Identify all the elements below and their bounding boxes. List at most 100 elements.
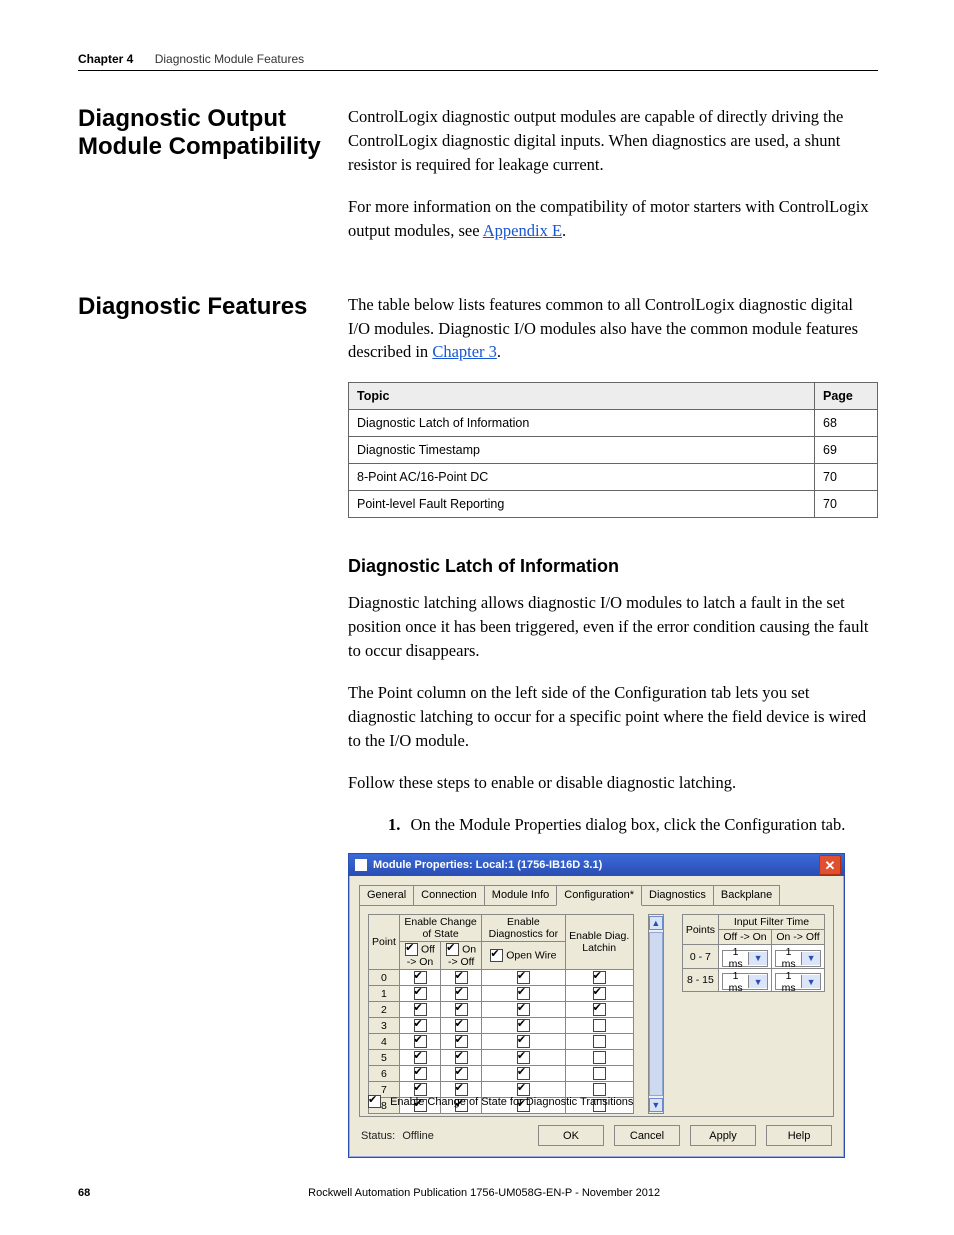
checkbox[interactable]	[455, 1067, 468, 1080]
body-text: The Point column on the left side of the…	[348, 681, 878, 753]
checkbox[interactable]	[517, 1003, 530, 1016]
page-number: 68	[78, 1187, 90, 1199]
table-row: 4	[369, 1034, 634, 1050]
cancel-button[interactable]: Cancel	[614, 1125, 680, 1146]
checkbox[interactable]	[593, 1051, 606, 1064]
checkbox[interactable]	[414, 1035, 427, 1048]
checkbox[interactable]	[593, 1003, 606, 1016]
step-text: On the Module Properties dialog box, cli…	[411, 815, 846, 834]
col-onoff: On -> Off	[441, 942, 482, 970]
dialog-tabs: GeneralConnectionModule InfoConfiguratio…	[349, 876, 844, 905]
checkbox[interactable]	[517, 1067, 530, 1080]
chapter-3-link[interactable]: Chapter 3	[432, 342, 497, 361]
header-rule	[78, 70, 878, 71]
chevron-down-icon[interactable]: ▼	[748, 952, 767, 965]
filter-time-select[interactable]: 1 ms▼	[722, 950, 768, 967]
table-cell: Diagnostic Latch of Information	[349, 410, 815, 437]
tab-module-info[interactable]: Module Info	[484, 885, 557, 906]
table-row: Point-level Fault Reporting70	[349, 491, 878, 518]
ok-button[interactable]: OK	[538, 1125, 604, 1146]
point-id: 1	[369, 986, 400, 1002]
table-row: 0	[369, 970, 634, 986]
chevron-down-icon[interactable]: ▼	[801, 952, 820, 965]
dialog-footer: Status: Offline OK Cancel Apply Help	[349, 1125, 844, 1156]
section-heading-features: Diagnostic Features	[78, 293, 348, 321]
point-id: 6	[369, 1066, 400, 1082]
filter-time-select[interactable]: 1 ms▼	[722, 973, 768, 990]
table-cell: Diagnostic Timestamp	[349, 437, 815, 464]
apply-button[interactable]: Apply	[690, 1125, 756, 1146]
body-text-span: The table below lists features common to…	[348, 295, 858, 362]
chapter-title: Diagnostic Module Features	[155, 52, 304, 66]
close-icon[interactable]: ✕	[819, 855, 841, 875]
table-row: 3	[369, 1018, 634, 1034]
checkbox[interactable]	[593, 1035, 606, 1048]
table-row: 1	[369, 986, 634, 1002]
table-cell: 68	[815, 410, 878, 437]
col-point: Point	[369, 915, 400, 970]
checkbox[interactable]	[455, 1035, 468, 1048]
checkbox[interactable]	[517, 971, 530, 984]
table-row: 6	[369, 1066, 634, 1082]
col-group-diag: Enable Diagnostics for	[482, 915, 565, 942]
scroll-thumb[interactable]	[649, 932, 663, 1096]
help-button[interactable]: Help	[766, 1125, 832, 1146]
checkbox[interactable]	[490, 949, 503, 962]
checkbox[interactable]	[414, 987, 427, 1000]
tab-general[interactable]: General	[359, 885, 414, 906]
chevron-down-icon[interactable]: ▼	[801, 975, 820, 988]
checkbox[interactable]	[593, 971, 606, 984]
subsection-heading-latch: Diagnostic Latch of Information	[348, 556, 878, 577]
checkbox[interactable]	[593, 1067, 606, 1080]
step-1: 1. On the Module Properties dialog box, …	[388, 813, 878, 837]
checkbox[interactable]	[455, 1051, 468, 1064]
topics-header-topic: Topic	[349, 383, 815, 410]
tab-connection[interactable]: Connection	[413, 885, 485, 906]
grid-scrollbar[interactable]: ▲ ▼	[648, 914, 664, 1114]
col-offon: Off -> On	[399, 942, 440, 970]
checkbox[interactable]	[446, 943, 459, 956]
scroll-up-icon[interactable]: ▲	[649, 916, 663, 930]
checkbox[interactable]	[517, 987, 530, 1000]
enable-cos-diag-row: Enable Change of State for Diagnostic Tr…	[368, 1095, 633, 1108]
filter-time-select[interactable]: 1 ms▼	[775, 973, 821, 990]
tab-backplane[interactable]: Backplane	[713, 885, 780, 906]
body-text: For more information on the compatibilit…	[348, 195, 878, 243]
publication-id: Rockwell Automation Publication 1756-UM0…	[308, 1187, 660, 1199]
table-row: Diagnostic Latch of Information68	[349, 410, 878, 437]
col-latch: Enable Diag. Latchin	[565, 915, 633, 970]
checkbox[interactable]	[455, 1019, 468, 1032]
chevron-down-icon[interactable]: ▼	[748, 975, 767, 988]
col-openwire: Open Wire	[482, 942, 565, 970]
checkbox[interactable]	[455, 971, 468, 984]
checkbox[interactable]	[414, 1067, 427, 1080]
point-id: 3	[369, 1018, 400, 1034]
col-group-cos: Enable Change of State	[399, 915, 481, 942]
checkbox[interactable]	[414, 1003, 427, 1016]
checkbox[interactable]	[405, 943, 418, 956]
checkbox[interactable]	[593, 1019, 606, 1032]
checkbox[interactable]	[455, 1003, 468, 1016]
dialog-titlebar[interactable]: Module Properties: Local:1 (1756-IB16D 3…	[349, 854, 844, 876]
checkbox[interactable]	[414, 1019, 427, 1032]
checkbox[interactable]	[414, 971, 427, 984]
checkbox[interactable]	[517, 1019, 530, 1032]
body-text: The table below lists features common to…	[348, 293, 878, 365]
filter-time-select[interactable]: 1 ms▼	[775, 950, 821, 967]
input-filter-grid: PointsInput Filter TimeOff -> OnOn -> Of…	[682, 914, 825, 992]
tab-diagnostics[interactable]: Diagnostics	[641, 885, 714, 906]
checkbox[interactable]	[455, 987, 468, 1000]
table-cell: 69	[815, 437, 878, 464]
scroll-down-icon[interactable]: ▼	[649, 1098, 663, 1112]
table-row: 8-Point AC/16-Point DC70	[349, 464, 878, 491]
checkbox[interactable]	[517, 1051, 530, 1064]
tab-configuration[interactable]: Configuration*	[556, 885, 642, 906]
checkbox[interactable]	[414, 1051, 427, 1064]
enable-cos-diag-label: Enable Change of State for Diagnostic Tr…	[390, 1096, 633, 1108]
checkbox[interactable]	[517, 1035, 530, 1048]
checkbox[interactable]	[593, 987, 606, 1000]
appendix-e-link[interactable]: Appendix E	[483, 221, 562, 240]
enable-cos-diag-checkbox[interactable]	[368, 1095, 381, 1108]
table-cell: Point-level Fault Reporting	[349, 491, 815, 518]
body-text-span: .	[562, 221, 566, 240]
